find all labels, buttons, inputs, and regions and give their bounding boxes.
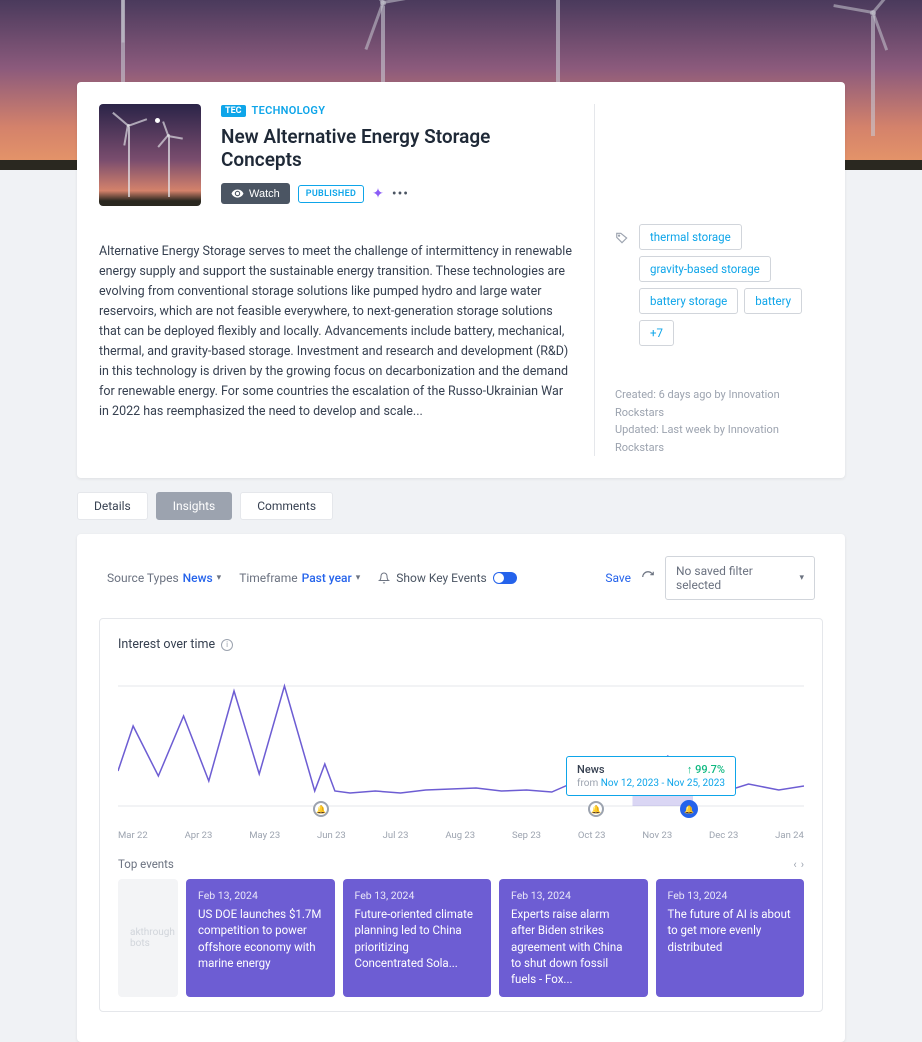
more-menu-button[interactable]: ••• xyxy=(392,186,409,202)
watch-label: Watch xyxy=(249,188,280,200)
category-text: TECHNOLOGY xyxy=(252,104,326,117)
saved-filter-select[interactable]: No saved filter selected ▾ xyxy=(665,556,815,600)
tag-thermal-storage[interactable]: thermal storage xyxy=(639,224,742,250)
prev-arrow-icon[interactable]: ‹ xyxy=(793,858,796,871)
updated-text: Updated: Last week by Innovation Rocksta… xyxy=(615,421,823,456)
tab-insights[interactable]: Insights xyxy=(156,492,232,520)
bell-icon xyxy=(378,572,390,584)
tag-battery[interactable]: battery xyxy=(744,288,802,314)
created-text: Created: 6 days ago by Innovation Rockst… xyxy=(615,386,823,421)
next-arrow-icon[interactable]: › xyxy=(801,858,804,871)
tag-icon xyxy=(615,230,629,249)
interest-chart-card: Interest over time i 🔔 🔔 🔔 News ↑ xyxy=(99,618,823,1011)
event-card-ghost[interactable]: akthrough bots xyxy=(118,879,178,996)
info-icon[interactable]: i xyxy=(221,639,233,651)
page-title: New Alternative Energy Storage Concepts xyxy=(221,125,574,171)
thumbnail-image xyxy=(99,104,201,206)
chart-tooltip: News ↑ 99.7% from Nov 12, 2023 - Nov 25,… xyxy=(566,756,736,796)
reset-icon[interactable] xyxy=(641,570,655,587)
description-text: Alternative Energy Storage serves to mee… xyxy=(99,242,574,422)
header-card: TEC TECHNOLOGY New Alternative Energy St… xyxy=(77,82,845,478)
chevron-down-icon: ▾ xyxy=(356,573,361,583)
tabs: Details Insights Comments xyxy=(77,492,845,520)
key-events-toggle[interactable] xyxy=(493,572,517,584)
key-events-label: Show Key Events xyxy=(396,571,486,585)
status-badge: PUBLISHED xyxy=(298,185,364,203)
event-card[interactable]: Feb 13, 2024 Experts raise alarm after B… xyxy=(499,879,648,996)
timeframe-filter[interactable]: Timeframe Past year ▾ xyxy=(239,571,360,585)
source-types-filter[interactable]: Source Types News ▾ xyxy=(107,571,221,585)
tab-details[interactable]: Details xyxy=(77,492,148,520)
insights-panel: Source Types News ▾ Timeframe Past year … xyxy=(77,534,845,1041)
chart-title: Interest over time xyxy=(118,637,215,652)
tab-comments[interactable]: Comments xyxy=(240,492,333,520)
chevron-down-icon: ▾ xyxy=(217,573,222,583)
tags-list: thermal storage gravity-based storage ba… xyxy=(639,224,823,346)
chart-area[interactable]: 🔔 🔔 🔔 News ↑ 99.7% from Nov 12, 2023 - N… xyxy=(118,676,804,826)
event-card[interactable]: Feb 13, 2024 Future-oriented climate pla… xyxy=(343,879,492,996)
category-badge: TEC xyxy=(221,105,246,117)
events-list: akthrough bots Feb 13, 2024 US DOE launc… xyxy=(118,879,804,996)
sparkle-icon[interactable]: ✦ xyxy=(372,186,384,202)
chevron-down-icon: ▾ xyxy=(799,573,804,583)
tag-gravity-storage[interactable]: gravity-based storage xyxy=(639,256,771,282)
event-card[interactable]: Feb 13, 2024 US DOE launches $1.7M compe… xyxy=(186,879,335,996)
tag-more[interactable]: +7 xyxy=(639,320,674,346)
tag-battery-storage[interactable]: battery storage xyxy=(639,288,738,314)
eye-icon xyxy=(231,187,244,200)
top-events-label: Top events xyxy=(118,857,174,871)
save-button[interactable]: Save xyxy=(605,571,631,585)
chart-x-axis: Mar 22 Apr 23 May 23 Jun 23 Jul 23 Aug 2… xyxy=(118,830,804,841)
event-card[interactable]: Feb 13, 2024 The future of AI is about t… xyxy=(656,879,805,996)
watch-button[interactable]: Watch xyxy=(221,183,290,204)
